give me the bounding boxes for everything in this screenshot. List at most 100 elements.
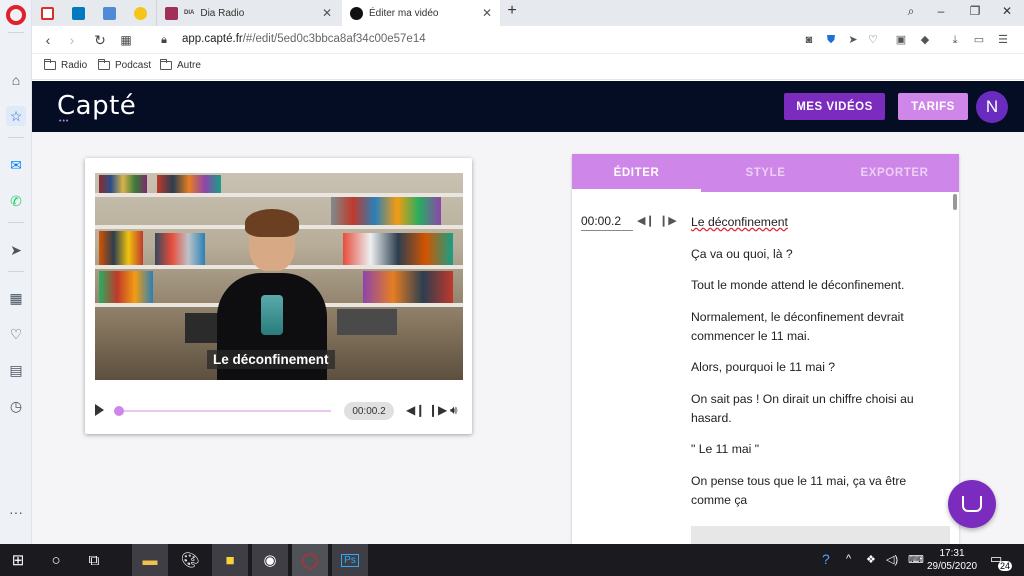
more-icon[interactable]: ···: [6, 502, 26, 522]
cortana-icon[interactable]: ○: [38, 544, 74, 576]
gmail-icon: [41, 6, 54, 20]
apps-grid-icon[interactable]: ▦: [6, 288, 26, 308]
bookmark-folder-autre[interactable]: Autre: [160, 59, 201, 71]
step-back-icon[interactable]: ◀❙: [637, 214, 655, 227]
transcript-line[interactable]: " Le 11 mai ": [691, 440, 941, 459]
search-icon[interactable]: ⌕: [902, 4, 920, 19]
scrollbar[interactable]: [953, 194, 957, 210]
opera-icon[interactable]: ◯: [292, 544, 328, 576]
transcript-placeholder: [691, 526, 950, 544]
transcript-line[interactable]: Alors, pourquoi le 11 mai ?: [691, 358, 941, 377]
bookmark-label: Radio: [61, 60, 88, 71]
skip-forward-icon[interactable]: ❙▶: [428, 403, 447, 417]
reload-icon[interactable]: ↻: [92, 32, 108, 48]
bookmarks-bar: Radio Podcast Autre: [32, 54, 1024, 80]
forward-icon[interactable]: ›: [64, 32, 80, 48]
speed-dial-icon[interactable]: ☆: [6, 106, 26, 126]
messenger-icon[interactable]: ✉: [6, 155, 26, 175]
whatsapp-icon[interactable]: ✆: [6, 191, 26, 211]
books: [99, 271, 153, 303]
pricing-button[interactable]: TARIFS: [898, 93, 968, 120]
battery-icon[interactable]: ▭: [972, 33, 986, 47]
skip-back-icon[interactable]: ◀❙: [406, 403, 425, 417]
tab-editer[interactable]: ÉDITER: [572, 154, 701, 192]
volume-icon[interactable]: 🔊︎: [450, 403, 458, 418]
extension-icon[interactable]: ▣: [894, 33, 908, 47]
opera-logo-icon[interactable]: [6, 5, 26, 25]
restore-icon[interactable]: ❐: [966, 4, 984, 18]
windows-taskbar: ⊞ ○ ⧉ ▬ 🎨︎ ■ ◉ ◯ Ps ? ^ ❖ ◁) ⌨ 17:31 29/…: [0, 544, 1024, 576]
transcript-line[interactable]: Le déconfinement: [691, 213, 941, 232]
back-icon[interactable]: ‹: [40, 32, 56, 48]
transcript-line[interactable]: Tout le monde attend le déconfinement.: [691, 276, 941, 295]
close-window-icon[interactable]: ✕: [998, 4, 1016, 18]
app-header: Capté ••• MES VIDÉOS TARIFS N: [32, 81, 1024, 132]
tab-dia-radio[interactable]: DIA Dia Radio ✕: [156, 0, 340, 26]
photoshop-icon[interactable]: Ps: [332, 544, 368, 576]
video-frame[interactable]: Le déconfinement: [95, 173, 463, 380]
chat-launcher[interactable]: [948, 480, 996, 528]
task-view-icon[interactable]: ⧉: [76, 544, 112, 576]
clock[interactable]: 17:31 29/05/2020: [924, 547, 980, 573]
play-icon[interactable]: [95, 404, 104, 416]
extension-cube-icon[interactable]: ◆: [918, 33, 932, 47]
download-icon[interactable]: ⤓: [948, 33, 962, 47]
url-field[interactable]: app.capté.fr/#/edit/5ed0c3bbca8af34c00e5…: [182, 33, 426, 45]
send-icon[interactable]: ➤: [6, 240, 26, 260]
file-explorer-icon[interactable]: ▬: [132, 544, 168, 576]
progress-knob[interactable]: [114, 406, 125, 416]
video-subtitle: Le déconfinement: [207, 350, 335, 369]
network-icon[interactable]: ⌨: [908, 553, 924, 566]
help-icon[interactable]: ?: [822, 551, 830, 567]
bookmark-folder-radio[interactable]: Radio: [44, 59, 88, 71]
paint-icon[interactable]: 🎨︎: [172, 544, 208, 576]
tabs-grid-icon[interactable]: ▦: [118, 32, 134, 48]
share-icon[interactable]: ➤: [846, 33, 860, 47]
sticky-notes-icon[interactable]: ■: [212, 544, 248, 576]
close-tab-icon[interactable]: ✕: [322, 6, 332, 20]
logo-dots: •••: [59, 118, 70, 125]
books: [363, 271, 453, 303]
tab-style[interactable]: STYLE: [701, 154, 830, 192]
close-tab-icon[interactable]: ✕: [482, 6, 492, 20]
bookmark-label: Autre: [177, 60, 201, 71]
history-icon[interactable]: ◷: [6, 396, 26, 416]
tab-title: Éditer ma vidéo: [369, 7, 439, 19]
heart-icon[interactable]: ♡: [6, 324, 26, 344]
books: [99, 175, 147, 193]
books: [157, 175, 221, 193]
windows-start-icon[interactable]: ⊞: [0, 544, 36, 576]
transcript-line[interactable]: Normalement, le déconfinement devrait co…: [691, 308, 941, 346]
capte-logo[interactable]: Capté: [57, 91, 136, 121]
tab-smiley[interactable]: [125, 0, 156, 26]
volume-tray-icon[interactable]: ◁): [886, 553, 898, 566]
bookmark-heart-icon[interactable]: ♡: [866, 33, 880, 47]
timecode-input[interactable]: 00:00.2: [581, 214, 633, 231]
minimize-icon[interactable]: –: [932, 4, 950, 18]
tab-editer-ma-video[interactable]: Éditer ma vidéo ✕: [342, 0, 500, 26]
tab-chart[interactable]: [94, 0, 125, 26]
bookmark-folder-podcast[interactable]: Podcast: [98, 59, 151, 71]
tab-gmail[interactable]: [32, 0, 63, 26]
transcript-line[interactable]: On sait pas ! On dirait un chiffre chois…: [691, 390, 941, 428]
tab-exporter[interactable]: EXPORTER: [830, 154, 959, 192]
avatar[interactable]: N: [976, 91, 1008, 123]
progress-track[interactable]: [115, 410, 331, 412]
books: [99, 231, 143, 265]
amplifier: [337, 309, 397, 335]
step-forward-icon[interactable]: ❙▶: [659, 214, 677, 227]
new-tab-icon[interactable]: +: [503, 2, 521, 20]
shield-icon[interactable]: ⛊: [824, 33, 838, 47]
tray-chevron-icon[interactable]: ^: [846, 553, 851, 565]
tab-trello[interactable]: [63, 0, 94, 26]
news-icon[interactable]: ▤: [6, 360, 26, 380]
dropbox-icon[interactable]: ❖: [866, 553, 876, 566]
my-videos-button[interactable]: MES VIDÉOS: [784, 93, 885, 120]
camera-icon[interactable]: ◙: [802, 33, 816, 47]
transcript-line[interactable]: On pense tous que le 11 mai, ça va être …: [691, 472, 941, 510]
chrome-icon[interactable]: ◉: [252, 544, 288, 576]
transcript-line[interactable]: Ça va ou quoi, là ?: [691, 245, 941, 264]
home-icon[interactable]: ⌂: [6, 70, 26, 90]
settings-icon[interactable]: ☰: [996, 33, 1010, 47]
chart-icon: [103, 6, 116, 20]
